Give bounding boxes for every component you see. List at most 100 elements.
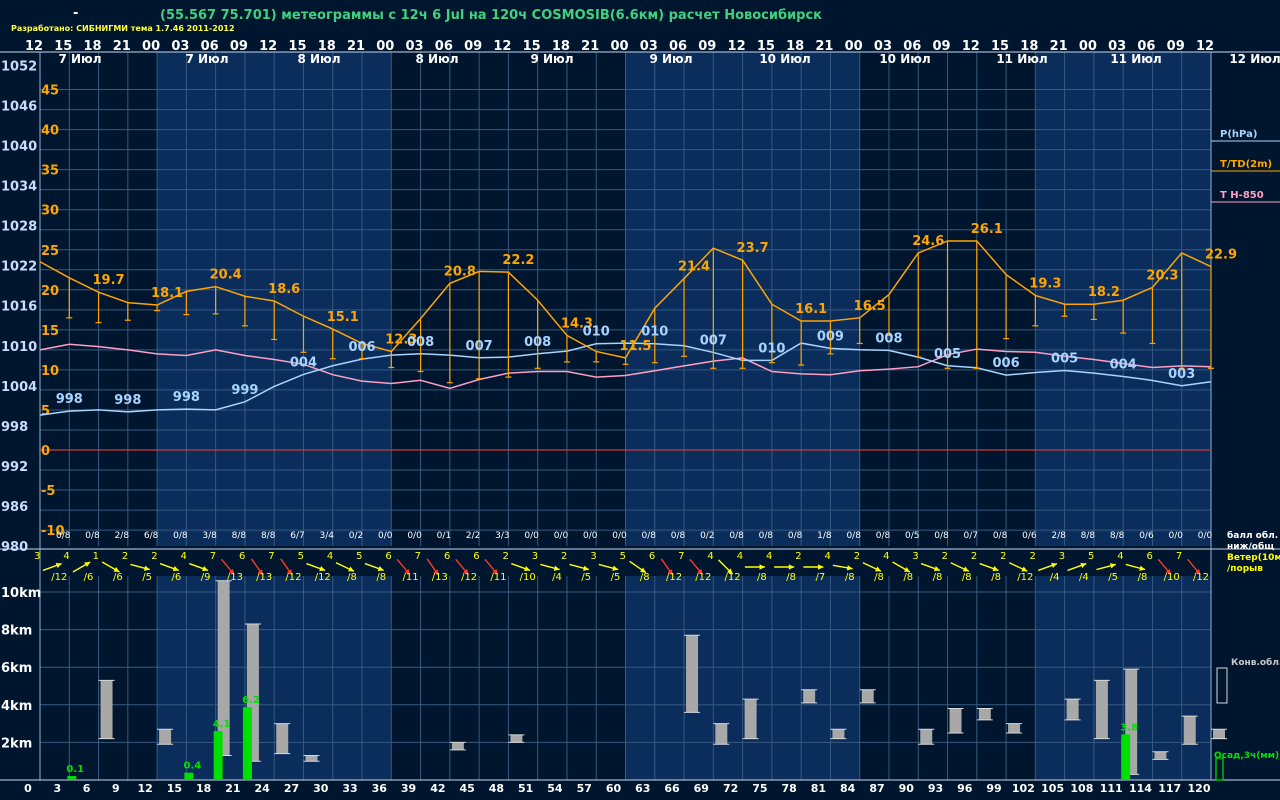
pressure-value-label: 010 [758,341,785,356]
convective-cloud-column [832,729,845,739]
bottom-hour-label: 33 [342,782,357,795]
precipitation-bar [1121,734,1131,780]
wind-speed-label: 5 [1088,551,1094,562]
top-hour-label: 12 [962,39,980,54]
wind-speed-label: 6 [385,551,391,562]
pressure-tick: 1028 [1,220,37,235]
height-tick: 6km [1,661,32,676]
cloud-cover-value: 8/8 [232,531,247,541]
cloud-cover-value: 0/8 [642,531,657,541]
pressure-value-label: 007 [466,339,493,354]
cloud-cover-value: 0/8 [173,531,188,541]
top-hour-label: 12 [728,39,746,54]
pressure-value-label: 999 [231,383,258,398]
temperature-value-label: 18.1 [151,286,183,301]
precipitation-bar [184,772,194,780]
pressure-value-label: 010 [641,325,668,340]
convective-cloud-column [1154,751,1167,760]
pressure-value-label: 007 [700,333,727,348]
convective-cloud-column [276,723,289,754]
cloud-cover-value: 0/8 [85,531,100,541]
wind-gust-label: /8 [347,572,357,583]
wind-speed-label: 5 [620,551,626,562]
bottom-hour-label: 60 [606,782,622,795]
pressure-value-label: 008 [875,331,902,346]
convective-cloud-column [1008,723,1021,733]
cloud-cover-value: 8/8 [1081,531,1096,541]
wind-speed-label: 1 [93,551,99,562]
top-hour-label: 21 [1050,39,1068,54]
bottom-hour-label: 81 [811,782,826,795]
cloud-cover-value: 0/8 [846,531,861,541]
temperature-value-label: 26.1 [971,222,1003,237]
wind-speed-label: 7 [268,551,274,562]
legend-wind: /порыв [1227,564,1263,574]
bottom-hour-label: 96 [957,782,973,795]
bottom-hour-label: 30 [313,782,329,795]
precipitation-label: 0.4 [184,761,202,772]
day-label: 8 Июл [297,52,340,66]
wind-gust-label: /4 [1050,572,1060,583]
pressure-tick: 1022 [1,260,37,275]
wind-gust-label: /8 [786,572,796,583]
temperature-value-label: 24.6 [912,234,944,249]
cloud-cover-value: 0/0 [583,531,598,541]
cloud-cover-value: 0/0 [612,531,627,541]
temperature-value-label: 15.1 [327,310,359,325]
wind-gust-label: /8 [376,572,386,583]
temperature-value-label: 23.7 [737,241,769,256]
wind-speed-label: 7 [1176,551,1182,562]
top-hour-label: 00 [1079,39,1097,54]
wind-speed-label: 2 [854,551,860,562]
wind-gust-label: /5 [1108,572,1118,583]
top-hour-label: 00 [142,39,160,54]
temperature-value-label: 20.3 [1146,268,1178,283]
cloud-cover-value: 6/7 [290,531,304,541]
wind-speed-label: 4 [825,551,831,562]
bottom-hour-label: 9 [112,782,120,795]
top-hour-label: 12 [25,39,43,54]
day-label: 9 Июл [530,52,573,66]
top-hour-label: 09 [1167,39,1185,54]
wind-speed-label: 4 [766,551,772,562]
pressure-value-label: 998 [173,390,200,405]
wind-speed-label: 2 [942,551,948,562]
bottom-hour-label: 21 [225,782,240,795]
wind-speed-label: 4 [1117,551,1123,562]
cloud-cover-value: 0/0 [524,531,539,541]
cloud-cover-value: 0/5 [905,531,919,541]
convective-cloud-column [100,680,113,739]
bottom-hour-label: 78 [781,782,796,795]
bottom-hour-label: 120 [1188,782,1211,795]
precipitation-label: 0.1 [66,764,84,775]
wind-speed-label: 3 [590,551,596,562]
bottom-hour-label: 66 [664,782,680,795]
convective-cloud-column [451,742,464,750]
wind-speed-label: 3 [532,551,538,562]
wind-speed-label: 5 [356,551,362,562]
bottom-hour-label: 90 [899,782,915,795]
temperature-tick: 0 [41,444,50,459]
precipitation-label: 6.2 [242,695,260,706]
cloud-cover-value: 0/2 [349,531,363,541]
bottom-hour-label: 27 [284,782,299,795]
convective-cloud-column [920,729,933,745]
cloud-cover-value: 3/3 [495,531,509,541]
cloud-cover-value: 0/0 [1198,531,1213,541]
day-label: 10 Июл [879,52,930,66]
cloud-cover-value: 0/8 [729,531,744,541]
wind-speed-label: 2 [1029,551,1035,562]
top-hour-label: 12 [493,39,511,54]
wind-speed-label: 4 [327,551,333,562]
temperature-value-label: 22.9 [1205,248,1237,263]
bottom-hour-label: 48 [489,782,504,795]
day-label: 12 Июл [1229,52,1280,66]
cloud-cover-value: 2/8 [115,531,130,541]
pressure-tick: 1052 [1,59,37,74]
wind-gust-label: /12 [695,572,711,583]
convective-cloud-column [861,689,874,703]
wind-speed-label: 3 [1059,551,1065,562]
day-label: 10 Июл [759,52,810,66]
wind-gust-label: /6 [84,572,94,583]
bottom-hour-label: 84 [840,782,856,795]
